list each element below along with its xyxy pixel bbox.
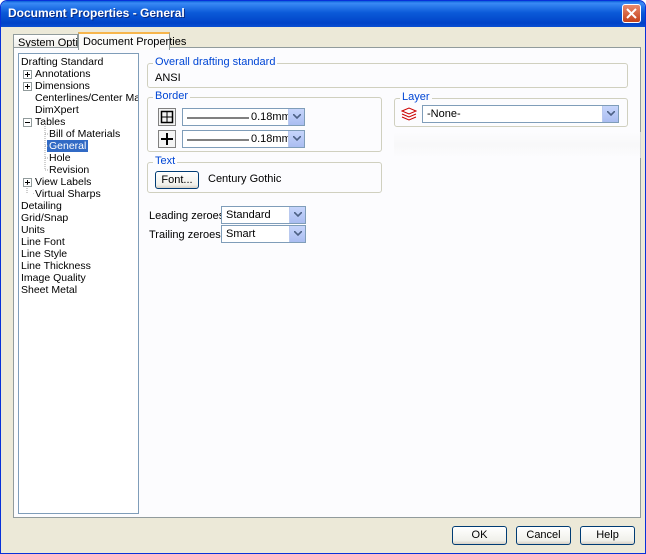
options-tree[interactable]: Drafting Standard Annotations Dimensions… xyxy=(18,53,139,514)
layers-icon xyxy=(401,107,417,121)
overall-standard-label: Overall drafting standard xyxy=(153,56,278,68)
cancel-button[interactable]: Cancel xyxy=(516,526,571,545)
tree-item-line-style[interactable]: Line Style xyxy=(21,248,67,260)
chevron-down-icon[interactable] xyxy=(289,226,305,242)
tab-panel: Drafting Standard Annotations Dimensions… xyxy=(13,47,641,518)
border-inner-thickness-value: 0.18mm xyxy=(251,133,291,145)
trailing-zeroes-label: Trailing zeroes: xyxy=(149,229,224,241)
close-icon xyxy=(626,8,637,19)
line-sample xyxy=(187,117,249,119)
font-button[interactable]: Font... xyxy=(155,171,199,189)
chevron-down-icon[interactable] xyxy=(288,131,304,147)
layer-select[interactable]: -None- xyxy=(422,105,619,123)
leading-zeroes-select[interactable]: Standard xyxy=(221,206,306,224)
text-group: Text Font... Century Gothic xyxy=(147,155,382,193)
overall-standard-group: Overall drafting standard ANSI xyxy=(147,56,628,88)
layer-group: Layer -None- xyxy=(394,91,628,127)
tree-lines xyxy=(26,122,49,194)
text-label: Text xyxy=(153,155,178,167)
ok-button[interactable]: OK xyxy=(452,526,507,545)
tree-item-sheet-metal[interactable]: Sheet Metal xyxy=(21,284,77,296)
tree-item-line-font[interactable]: Line Font xyxy=(21,236,65,248)
layer-value: -None- xyxy=(427,108,461,120)
border-outer-icon xyxy=(158,108,176,126)
overall-standard-value: ANSI xyxy=(155,72,181,84)
border-inner-icon xyxy=(158,130,176,148)
tree-item-grid-snap[interactable]: Grid/Snap xyxy=(21,212,68,224)
help-button[interactable]: Help xyxy=(580,526,635,545)
border-outer-thickness-select[interactable]: 0.18mm xyxy=(182,108,305,126)
tree-item-detailing[interactable]: Detailing xyxy=(21,200,62,212)
border-inner-thickness-select[interactable]: 0.18mm xyxy=(182,130,305,148)
title-bar[interactable]: Document Properties - General xyxy=(1,1,645,27)
border-label: Border xyxy=(153,90,191,102)
line-sample xyxy=(187,139,249,141)
trailing-zeroes-select[interactable]: Smart xyxy=(221,225,306,243)
border-group: Border 0.18mm 0.18mm xyxy=(147,90,382,152)
border-outer-thickness-value: 0.18mm xyxy=(251,111,291,123)
layer-label: Layer xyxy=(400,91,432,103)
close-button[interactable] xyxy=(622,4,641,23)
leading-zeroes-label: Leading zeroes: xyxy=(149,210,228,222)
tree-item-units[interactable]: Units xyxy=(21,224,45,236)
dialog-window: Document Properties - General System Opt… xyxy=(0,0,646,554)
tree-item-image-quality[interactable]: Image Quality xyxy=(21,272,86,284)
trailing-zeroes-value: Smart xyxy=(226,228,256,240)
tree-item-bill-of-materials[interactable]: Bill of Materials xyxy=(49,128,120,140)
tab-document-properties[interactable]: Document Properties xyxy=(78,32,186,50)
chevron-down-icon[interactable] xyxy=(288,109,304,125)
window-title: Document Properties - General xyxy=(8,6,185,20)
panel-fade xyxy=(394,132,641,158)
leading-zeroes-value: Standard xyxy=(226,209,271,221)
font-name: Century Gothic xyxy=(208,173,282,185)
chevron-down-icon[interactable] xyxy=(602,106,618,122)
tree-item-line-thickness[interactable]: Line Thickness xyxy=(21,260,91,272)
chevron-down-icon[interactable] xyxy=(289,207,305,223)
